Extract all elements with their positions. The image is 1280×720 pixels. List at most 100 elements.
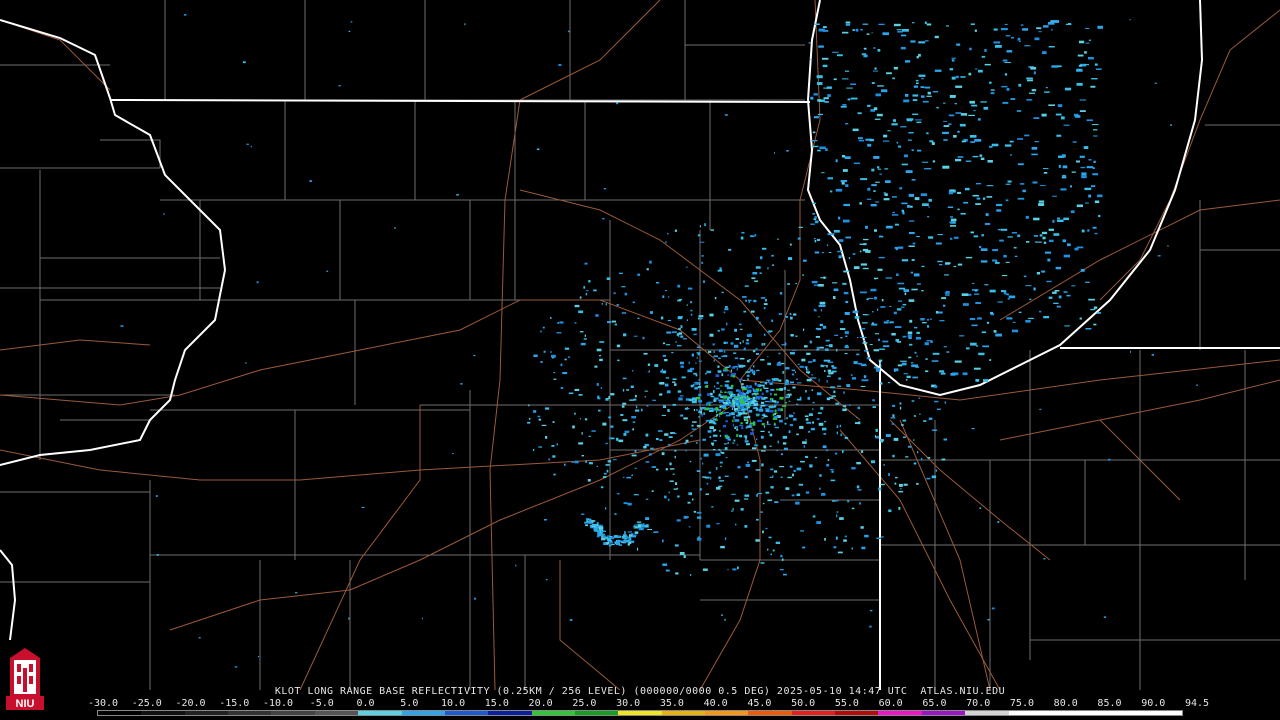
- echo-pixel: [901, 202, 908, 205]
- echo-pixel: [652, 399, 656, 401]
- echo-pixel: [690, 313, 693, 316]
- echo-pixel: [941, 458, 946, 461]
- echo-pixel: [696, 424, 701, 427]
- echo-pixel: [934, 69, 942, 72]
- echo-pixel: [827, 177, 833, 180]
- echo-pixel: [924, 86, 931, 89]
- echo-pixel: [851, 507, 855, 510]
- echo-pixel: [742, 296, 747, 298]
- echo-pixel: [759, 406, 763, 409]
- echo-pixel: [1084, 51, 1087, 54]
- echo-pixel: [740, 508, 744, 511]
- echo-pixel: [810, 377, 817, 379]
- echo-pixel: [623, 534, 627, 537]
- echo-pixel: [884, 168, 889, 170]
- echo-pixel: [826, 449, 829, 452]
- echo-pixel: [617, 535, 621, 537]
- echo-pixel: [812, 401, 815, 404]
- echo-pixel: [706, 402, 708, 406]
- echo-pixel: [871, 32, 873, 34]
- echo-pixel: [744, 494, 750, 497]
- echo-pixel: [610, 437, 615, 440]
- echo-pixel: [726, 380, 730, 383]
- echo-pixel: [955, 85, 963, 88]
- echo-pixel: [827, 244, 829, 246]
- echo-pixel: [903, 154, 908, 158]
- echo-pixel: [779, 292, 783, 295]
- echo-pixel: [361, 506, 365, 508]
- echo-pixel: [888, 509, 892, 513]
- echo-pixel: [683, 515, 688, 519]
- echo-pixel: [755, 316, 759, 320]
- echo-pixel: [697, 516, 702, 519]
- echo-pixel: [700, 410, 702, 414]
- echo-pixel: [844, 346, 849, 349]
- echo-pixel: [840, 328, 846, 330]
- echo-pixel: [1009, 140, 1014, 143]
- echo-pixel: [762, 247, 767, 250]
- echo-pixel: [676, 519, 681, 522]
- echo-pixel: [710, 392, 713, 396]
- colorbar-segment: [1138, 711, 1182, 715]
- echo-pixel: [869, 138, 874, 142]
- echo-pixel: [837, 250, 842, 253]
- echo-pixel: [1091, 185, 1096, 188]
- legend-label: 90.0: [1141, 698, 1166, 709]
- echo-pixel: [246, 143, 249, 145]
- echo-pixel: [1038, 31, 1042, 33]
- echo-pixel: [903, 99, 910, 103]
- echo-pixel: [936, 106, 939, 109]
- echo-pixel: [982, 197, 986, 200]
- echo-pixel: [1061, 116, 1065, 120]
- echo-pixel: [614, 536, 618, 538]
- echo-pixel: [777, 408, 781, 412]
- echo-pixel: [872, 406, 876, 408]
- echo-pixel: [950, 189, 955, 191]
- echo-pixel: [867, 187, 871, 191]
- echo-pixel: [578, 442, 584, 445]
- echo-pixel: [680, 325, 683, 329]
- echo-pixel: [906, 118, 913, 122]
- echo-pixel: [678, 327, 681, 331]
- echo-pixel: [761, 450, 766, 452]
- echo-pixel: [590, 520, 596, 522]
- echo-pixel: [893, 437, 899, 441]
- echo-pixel: [709, 313, 714, 317]
- echo-pixel: [1093, 306, 1098, 309]
- echo-pixel: [718, 349, 723, 353]
- echo-pixel: [675, 341, 678, 343]
- echo-pixel: [715, 467, 718, 470]
- echo-pixel: [770, 392, 772, 396]
- echo-pixel: [722, 405, 726, 408]
- echo-pixel: [755, 413, 760, 416]
- echo-pixel: [769, 433, 773, 437]
- echo-pixel: [1002, 101, 1009, 104]
- echo-pixel: [564, 358, 567, 361]
- echo-pixel: [901, 259, 909, 262]
- echo-pixel: [780, 408, 783, 412]
- echo-pixel: [984, 223, 991, 225]
- echo-pixel: [732, 568, 737, 571]
- echo-pixel: [683, 555, 686, 558]
- echo-pixel: [955, 158, 962, 162]
- echo-pixel: [965, 256, 973, 259]
- echo-pixel: [1052, 291, 1057, 294]
- echo-pixel: [705, 419, 711, 422]
- echo-pixel: [919, 413, 921, 415]
- echo-pixel: [667, 233, 669, 235]
- echo-pixel: [812, 213, 815, 215]
- echo-pixel: [856, 485, 860, 489]
- echo-pixel: [747, 392, 748, 395]
- echo-pixel: [662, 563, 668, 566]
- echo-pixel: [902, 335, 907, 338]
- echo-pixel: [1086, 119, 1093, 122]
- echo-pixel: [874, 278, 876, 280]
- echo-pixel: [759, 256, 763, 260]
- echo-pixel: [824, 369, 826, 372]
- echo-pixel: [765, 409, 770, 413]
- echo-pixel: [728, 248, 732, 251]
- echo-pixel: [925, 358, 928, 360]
- echo-pixel: [776, 363, 782, 366]
- echo-pixel: [1042, 51, 1047, 55]
- echo-pixel: [821, 172, 825, 174]
